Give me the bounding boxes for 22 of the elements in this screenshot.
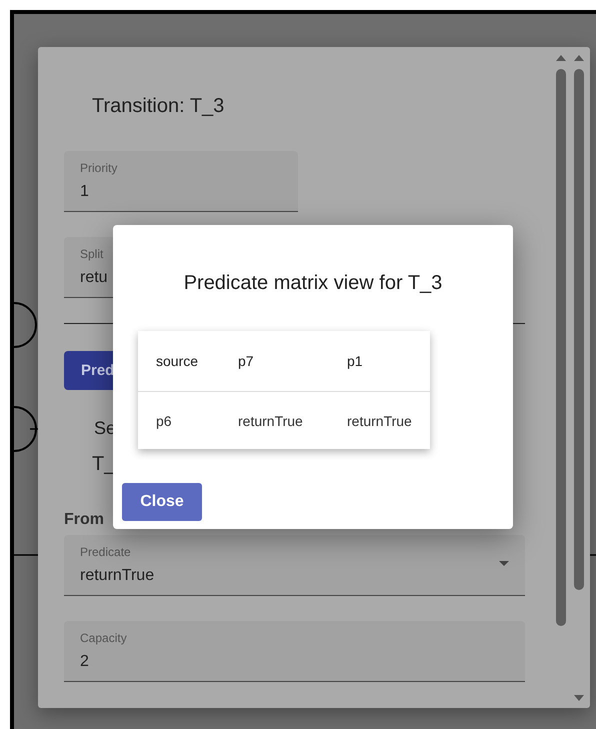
field-label: Capacity [80, 630, 127, 646]
field-value: retu [80, 268, 108, 288]
field-value: returnTrue [80, 566, 154, 586]
panel-title: Transition: T_3 [92, 95, 224, 117]
field-value: 1 [80, 182, 89, 202]
section-heading: From [64, 511, 104, 529]
column-header: p1 [329, 331, 430, 392]
table-cell: p6 [138, 392, 220, 449]
column-header: p7 [220, 331, 329, 392]
column-header: source [138, 331, 220, 392]
table-cell: returnTrue [220, 392, 329, 449]
dropdown-caret-icon [499, 561, 509, 566]
field-value: 2 [80, 652, 89, 672]
input-field[interactable]: Priority 1 [64, 151, 298, 212]
select-field[interactable]: Predicate returnTrue [64, 535, 525, 596]
field-label: Predicate [80, 544, 131, 560]
close-button[interactable]: Close [122, 483, 202, 521]
field-label: Split [80, 246, 104, 262]
dialog-title: Predicate matrix view for T_3 [184, 271, 442, 295]
table-cell: returnTrue [329, 392, 430, 449]
input-field[interactable]: Capacity 2 [64, 621, 525, 682]
field-label: Priority [80, 160, 118, 176]
